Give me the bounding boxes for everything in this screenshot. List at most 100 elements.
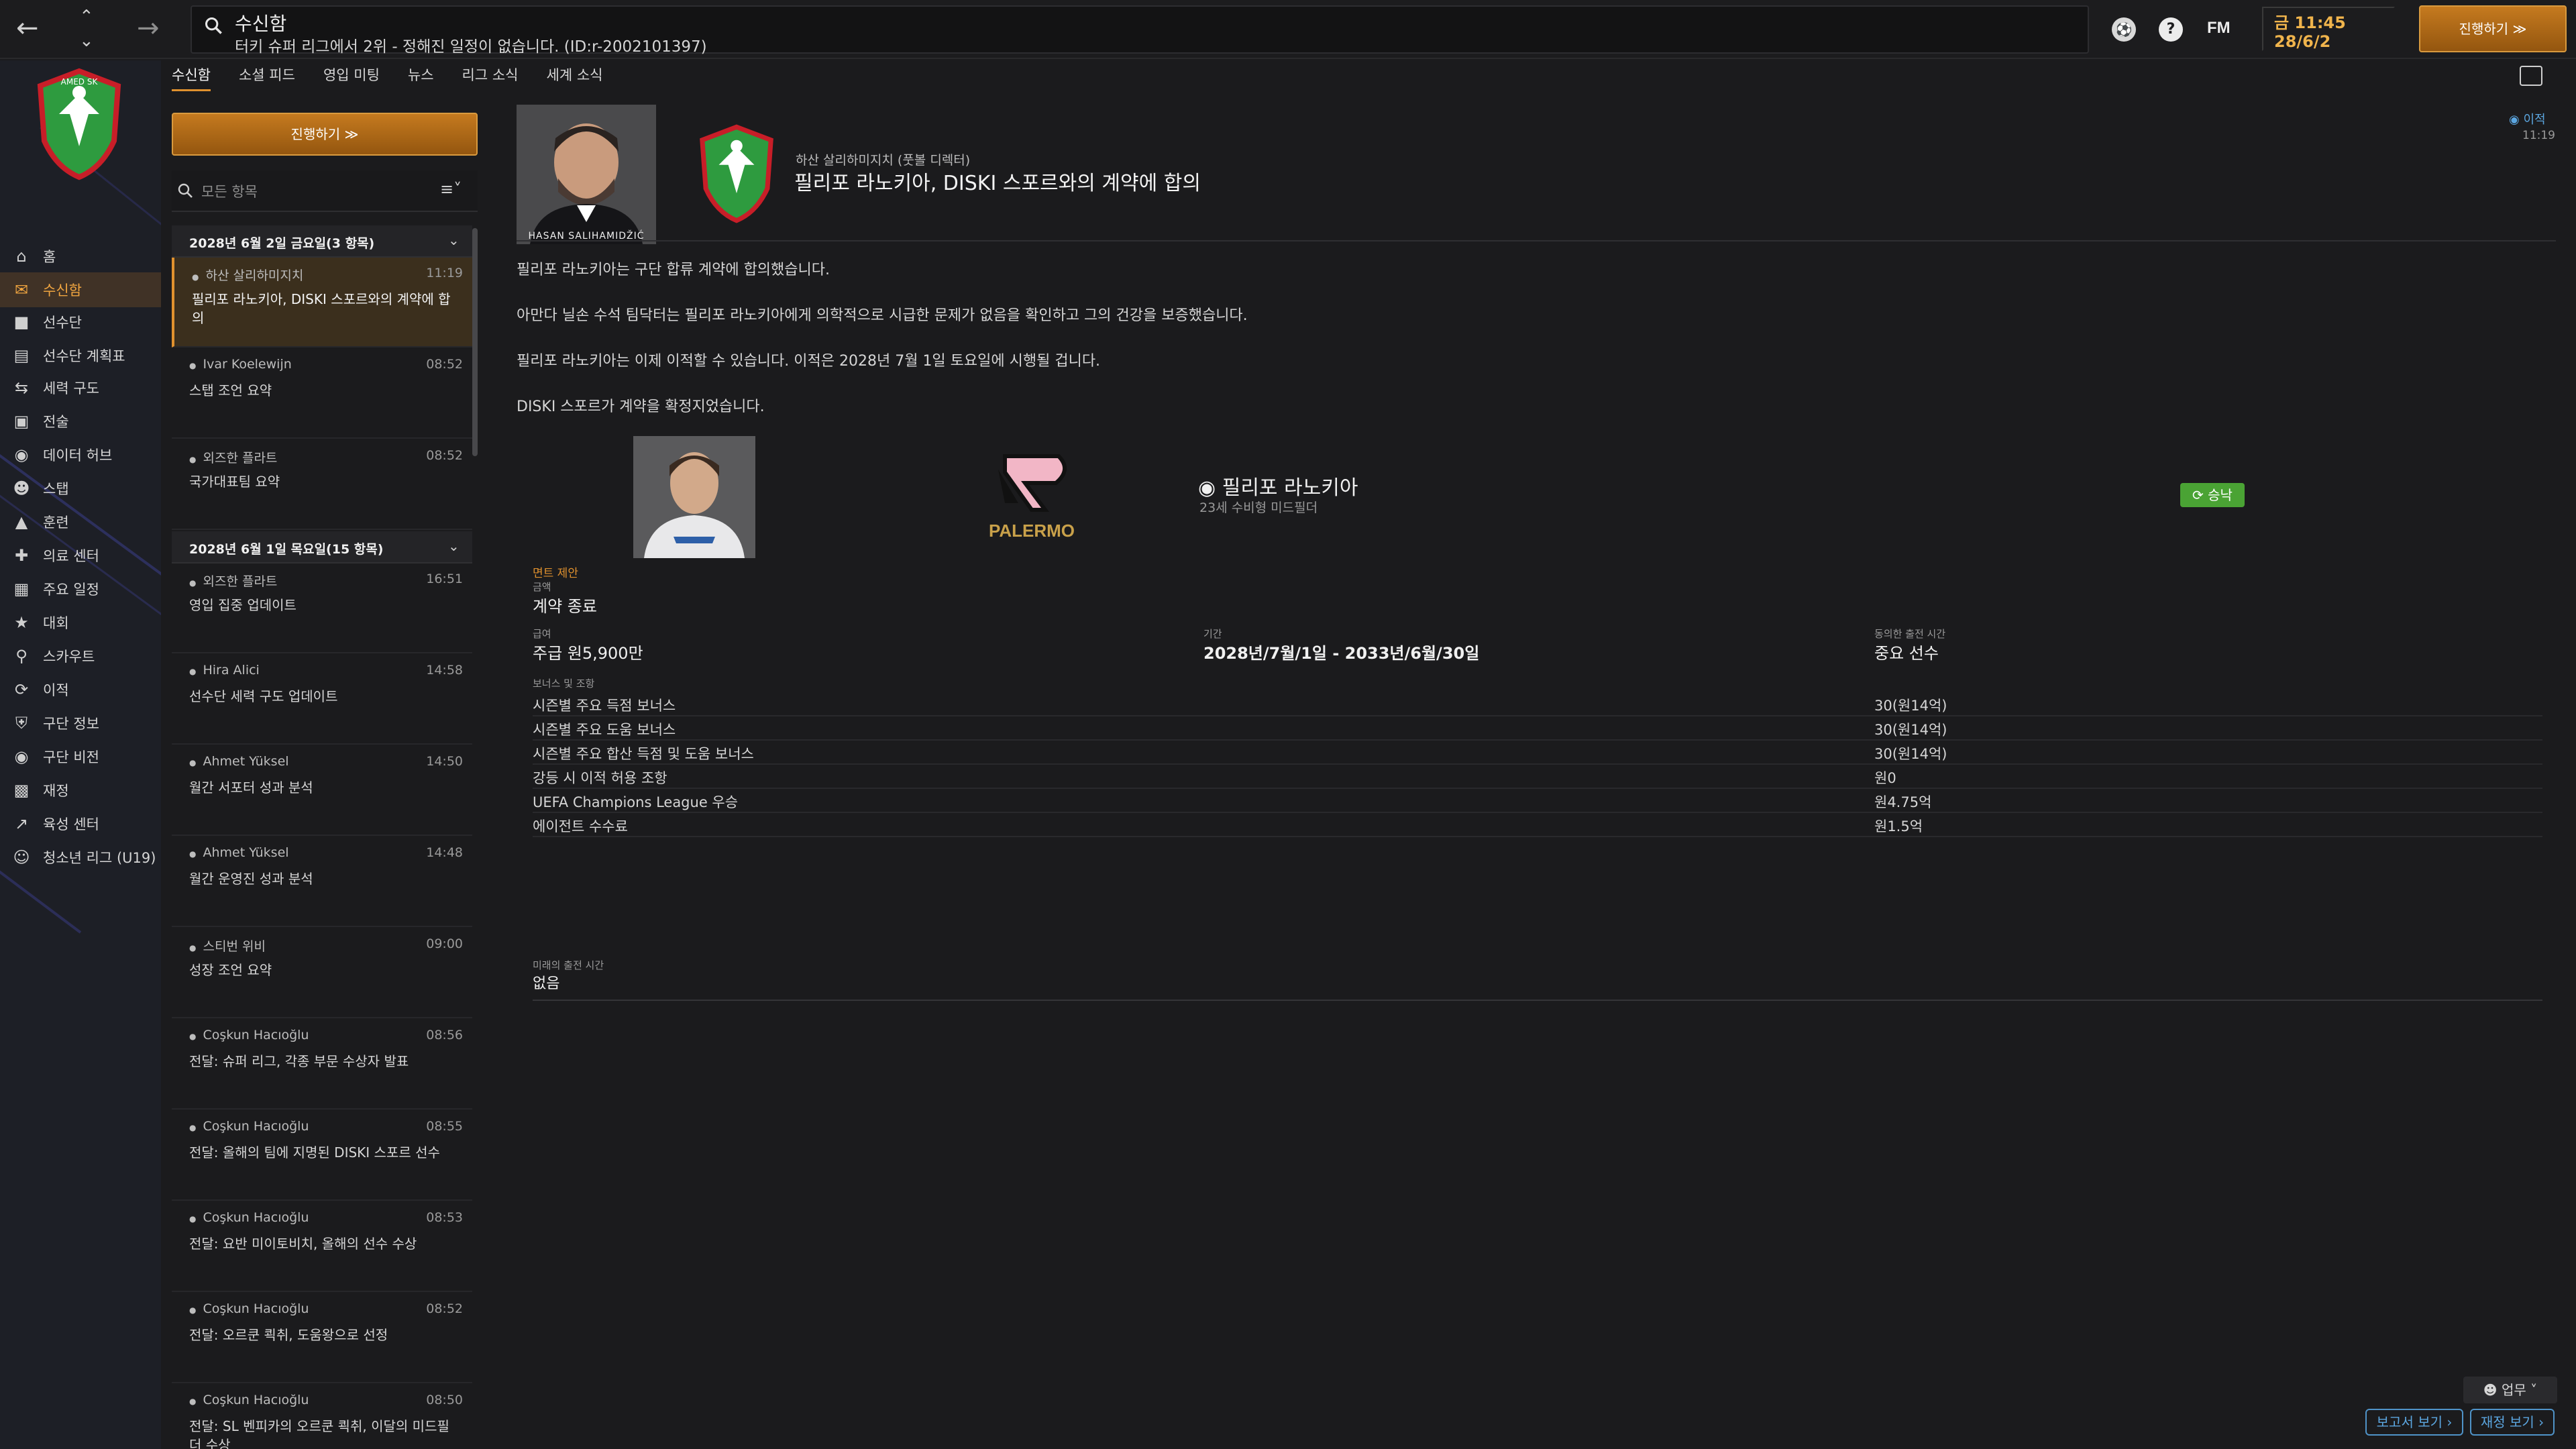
filter-menu-icon[interactable]: ≡˅ bbox=[440, 180, 462, 199]
sidebar-item[interactable]: ✉ 수신함 bbox=[0, 272, 161, 307]
global-search-box[interactable]: 수신함 터키 슈퍼 리그에서 2위 - 정해진 일정이 없습니다. (ID:r-… bbox=[191, 5, 2089, 56]
inbox-message[interactable]: Ahmet Yüksel 14:50 월간 서포터 성과 분석 bbox=[172, 746, 472, 836]
sidebar-item[interactable]: ▦ 주요 일정 bbox=[0, 572, 161, 606]
inbox-message[interactable]: Coşkun Hacıoğlu 08:56 전달: 슈퍼 리그, 각종 부문 수상자… bbox=[172, 1020, 472, 1110]
tab[interactable]: 소셜 피드 bbox=[239, 64, 295, 91]
chevron-down-icon[interactable]: ⌄ bbox=[448, 232, 460, 248]
chevron-down-icon[interactable]: ⌄ bbox=[448, 538, 460, 554]
top-bar: ← ⌃ ⌄ → 수신함 터키 슈퍼 리그에서 2위 - 정해진 일정이 없습니다… bbox=[0, 0, 2576, 59]
view-finance-button[interactable]: 재정 보기 › bbox=[2470, 1409, 2555, 1436]
continue-button-inbox[interactable]: 진행하기 ≫ bbox=[172, 113, 478, 156]
sidebar-item[interactable]: ▤ 선수단 계획표 bbox=[0, 338, 161, 373]
message-time: 08:50 bbox=[426, 1393, 463, 1407]
inbox-message[interactable]: 하산 살리하미지치 11:19 필리포 라노키아, DISKI 스포르와의 계약에 … bbox=[172, 258, 472, 347]
finance-icon: ▩ bbox=[13, 781, 30, 800]
chevron-up-icon[interactable]: ⌃ bbox=[79, 8, 94, 25]
message-sender: 외즈한 플라트 bbox=[189, 572, 277, 590]
bonus-row: UEFA Champions League 우승 원4.75억 bbox=[533, 789, 2542, 813]
sidebar-item[interactable]: ⌂ 홈 bbox=[0, 239, 161, 274]
forward-arrow-icon[interactable]: → bbox=[137, 15, 160, 42]
sidebar-item[interactable]: ▩ 재정 bbox=[0, 773, 161, 808]
message-time: 08:56 bbox=[426, 1028, 463, 1042]
inbox-message[interactable]: Ivar Koelewijn 08:52 스탭 조언 요약 bbox=[172, 349, 472, 439]
job-menu-button[interactable]: ☻ 업무 ˅ bbox=[2463, 1377, 2557, 1403]
message-time: 11:19 bbox=[426, 266, 463, 280]
message-subject: 국가대표팀 요약 bbox=[189, 474, 280, 490]
tab[interactable]: 리그 소식 bbox=[462, 64, 519, 91]
tab[interactable]: 수신함 bbox=[172, 64, 211, 91]
club-icon: ⛨ bbox=[15, 714, 28, 733]
sidebar-item-label: 스탭 bbox=[43, 481, 69, 497]
inbox-message[interactable]: Coşkun Hacıoğlu 08:50 전달: SL 벤피카의 오르쿤 쾩취, … bbox=[172, 1385, 472, 1449]
sidebar-item[interactable]: ▲ 훈련 bbox=[0, 504, 161, 539]
player-description: 23세 수비형 미드필더 bbox=[1199, 500, 1318, 515]
bonus-value: 원4.75억 bbox=[1874, 794, 1932, 810]
inbox-message[interactable]: 스티번 위비 09:00 성장 조언 요약 bbox=[172, 928, 472, 1018]
back-arrow-icon[interactable]: ← bbox=[16, 15, 39, 42]
sidebar-item-label: 수신함 bbox=[43, 282, 82, 299]
palermo-club-logo[interactable]: PALERMO bbox=[978, 443, 1085, 543]
sidebar-item-label: 재정 bbox=[43, 783, 69, 799]
sidebar-item[interactable]: ▣ 전술 bbox=[0, 404, 161, 439]
message-sender: Ahmet Yüksel bbox=[189, 845, 288, 860]
training-icon: ▲ bbox=[15, 513, 28, 531]
inbox-group-header[interactable]: 2028년 6월 2일 금요일(3 항목) ⌄ bbox=[172, 225, 472, 258]
player-name[interactable]: ◉ 필리포 라노키아 bbox=[1198, 471, 1358, 500]
inbox-message[interactable]: 외즈한 플라트 08:52 국가대표팀 요약 bbox=[172, 440, 472, 530]
inbox-message[interactable]: Coşkun Hacıoğlu 08:53 전달: 요반 미이토비치, 올해의 선수… bbox=[172, 1202, 472, 1292]
bonus-label: 에이전트 수수료 bbox=[533, 818, 628, 835]
sidebar-item[interactable]: ◉ 데이터 허브 bbox=[0, 437, 161, 472]
date-time-box[interactable]: 금 11:45 28/6/2 bbox=[2262, 7, 2395, 51]
tab[interactable]: 세계 소식 bbox=[547, 64, 603, 91]
help-icon[interactable]: ? bbox=[2159, 17, 2183, 42]
sidebar-item-label: 구단 정보 bbox=[43, 716, 99, 732]
bonus-value: 30(원14억) bbox=[1874, 746, 1947, 762]
player-portrait-icon bbox=[633, 436, 755, 558]
vision-icon: ◉ bbox=[14, 747, 29, 766]
sidebar-item-label: 선수단 bbox=[43, 315, 82, 331]
inbox-scrollbar[interactable] bbox=[472, 228, 478, 456]
sidebar-item[interactable]: ⟳ 이적 bbox=[0, 672, 161, 707]
inbox-message[interactable]: Coşkun Hacıoğlu 08:55 전달: 올해의 팀에 지명된 DISKI… bbox=[172, 1111, 472, 1201]
search-icon bbox=[205, 17, 222, 34]
inbox-message[interactable]: Coşkun Hacıoğlu 08:52 전달: 오르쿤 쾩취, 도움왕으로 선정 bbox=[172, 1293, 472, 1383]
sidebar-item[interactable]: ☻ 스탭 bbox=[0, 471, 161, 506]
player-name-label[interactable]: 필리포 라노키아 bbox=[1222, 476, 1358, 500]
trophy-icon: ★ bbox=[14, 613, 29, 632]
sidebar-item[interactable]: ⛨ 구단 정보 bbox=[0, 706, 161, 741]
view-report-button[interactable]: 보고서 보기 › bbox=[2365, 1409, 2463, 1436]
message-subject: 스탭 조언 요약 bbox=[189, 382, 272, 398]
inbox-message[interactable]: 외즈한 플라트 16:51 영입 집중 업데이트 bbox=[172, 564, 472, 653]
message-time: 11:19 bbox=[2522, 129, 2555, 142]
sidebar-item[interactable]: ◉ 구단 비전 bbox=[0, 739, 161, 774]
tab[interactable]: 영입 미팅 bbox=[323, 64, 380, 91]
sidebar-item[interactable]: ☺ 청소년 리그 (U19) bbox=[0, 840, 161, 875]
fm-logo[interactable]: FM bbox=[2207, 19, 2231, 38]
sidebar-item[interactable]: ★ 대회 bbox=[0, 605, 161, 640]
bonus-row: 시즌별 주요 합산 득점 및 도움 보너스 30(원14억) bbox=[533, 741, 2542, 765]
sidebar-item[interactable]: ↗ 육성 센터 bbox=[0, 806, 161, 841]
sidebar-item[interactable]: ✚ 의료 센터 bbox=[0, 538, 161, 573]
inbox-group-header[interactable]: 2028년 6월 1일 목요일(15 항목) ⌄ bbox=[172, 531, 472, 564]
continue-button[interactable]: 진행하기 ≫ bbox=[2419, 5, 2567, 52]
future-time-label: 미래의 출전 시간 bbox=[533, 959, 604, 971]
sidebar-item[interactable]: ⇆ 세력 구도 bbox=[0, 370, 161, 405]
layout-toggle-icon[interactable] bbox=[2520, 66, 2542, 86]
player-photo[interactable] bbox=[633, 436, 755, 558]
inbox-search-field[interactable]: 모든 항목 ≡˅ bbox=[172, 170, 478, 212]
football-icon[interactable]: ⚽ bbox=[2112, 17, 2136, 42]
inbox-message[interactable]: Hira Alici 14:58 선수단 세력 구도 업데이트 bbox=[172, 655, 472, 745]
message-subject: 전달: 오르쿤 쾩취, 도움왕으로 선정 bbox=[189, 1327, 388, 1343]
bonus-value: 원1.5억 bbox=[1874, 818, 1923, 835]
sidebar-item[interactable]: ■ 선수단 bbox=[0, 305, 161, 339]
message-paragraph: 필리포 라노키아는 이제 이적할 수 있습니다. 이적은 2028년 7월 1일… bbox=[517, 353, 1101, 370]
message-sender[interactable]: 하산 살리하미지치 (풋볼 디렉터) bbox=[796, 150, 970, 168]
chevron-down-icon[interactable]: ⌄ bbox=[79, 32, 94, 50]
inbox-message[interactable]: Ahmet Yüksel 14:48 월간 운영진 성과 분석 bbox=[172, 837, 472, 927]
sidebar-item-label: 의료 센터 bbox=[43, 548, 99, 564]
sidebar-item[interactable]: ⚲ 스카우트 bbox=[0, 639, 161, 674]
bonus-value: 30(원14억) bbox=[1874, 722, 1947, 738]
inbox-icon: ✉ bbox=[14, 280, 29, 299]
tab[interactable]: 뉴스 bbox=[408, 64, 434, 91]
message-time: 08:52 bbox=[426, 1301, 463, 1316]
